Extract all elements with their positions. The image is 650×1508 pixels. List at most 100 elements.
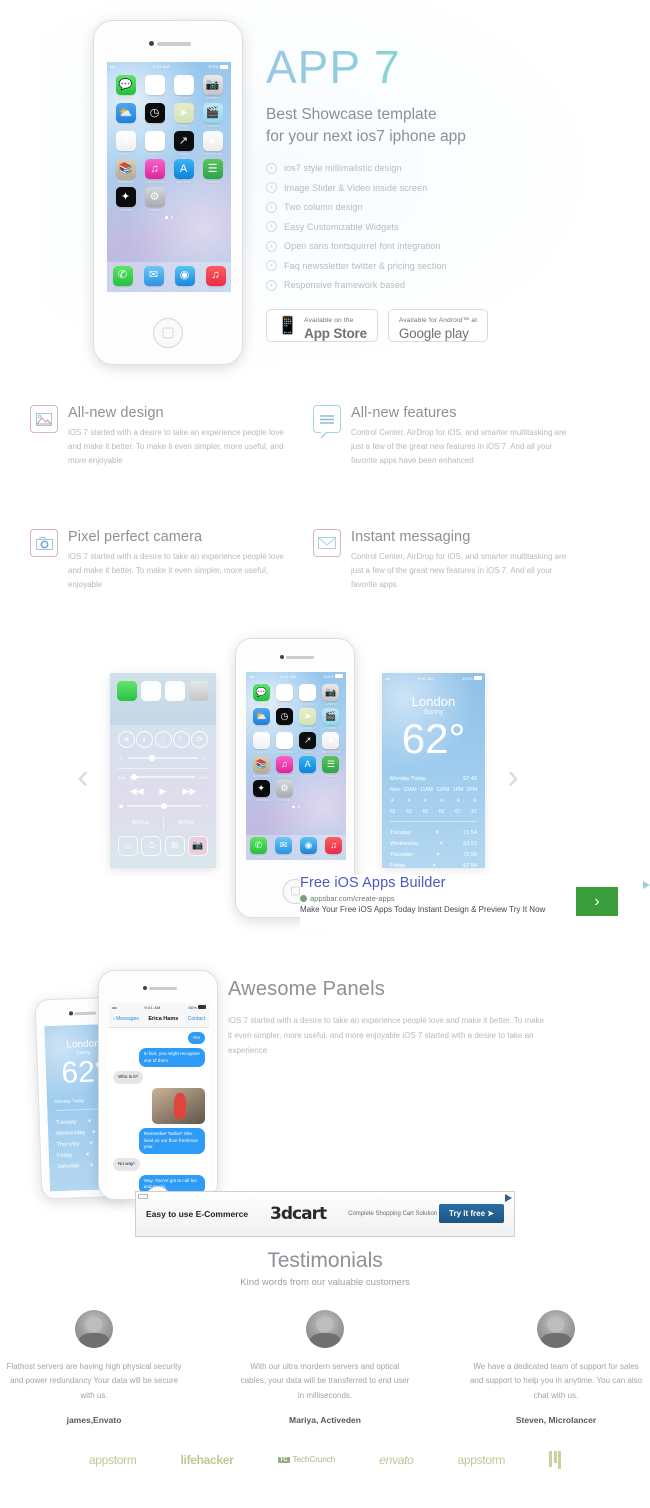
iphone-speaker [74, 1011, 97, 1015]
app-store-button[interactable]: 📱 Available on the App Store [266, 308, 378, 342]
banner-ad-button[interactable]: Try it free ➤ [439, 1204, 504, 1223]
dock-icon-safari[interactable]: ◉ Safari [300, 837, 317, 859]
iphone-screen: ••••• 9:41 AM 100% 💬 Messages 10 Calendar ✿ P… [246, 671, 346, 860]
dock-icon-phone[interactable]: ✆ Phone [250, 837, 267, 859]
carousel-slide-control-center[interactable]: ✈ ◐ ♢ ☾ ⟳ ☼ ☼ 0:01 -3:50 ◀◀ ▶ ▶▶ ◀ ♪ Air… [110, 672, 216, 868]
iphone-home-button[interactable] [153, 318, 183, 348]
bluetooth-icon: ♢ [154, 730, 172, 748]
weather-hour-labels: Now 10AM 11AM 12PM 1PM 2PM [382, 787, 485, 793]
dock-icon-mail[interactable]: ✉ Mail [143, 265, 164, 291]
app-icon-calendar[interactable]: 10 Calendar [141, 75, 168, 100]
carousel-prev-button[interactable]: ‹ [70, 756, 96, 798]
iphone-speaker [149, 986, 177, 990]
dock-icon-mail[interactable]: ✉ Mail [275, 837, 292, 859]
app-icon-passbook[interactable]: ☰ Passbook [320, 755, 342, 778]
app-icon-passbook[interactable]: ☰ Passbook [199, 159, 226, 184]
app-glyph: ✦ [120, 190, 131, 203]
home-screen-icon-grid: 💬 Messages 10 Calendar ✿ Photos 📷 Camera ⛅ Weathe… [107, 71, 231, 212]
app-label: Photos [302, 701, 313, 706]
app-glyph: ≡ [258, 734, 264, 745]
app-tile: ◷ [275, 707, 293, 725]
app-tile: 📷 [202, 75, 223, 95]
control-center-toggles[interactable]: ✈ ◐ ♢ ☾ ⟳ [118, 730, 208, 748]
track-progress-slider[interactable]: 0:01 -3:50 [118, 774, 208, 780]
image-icon [30, 405, 58, 433]
iphone-speaker [157, 42, 191, 46]
carousel-next-button[interactable]: › [500, 756, 526, 798]
app-icon-reminders[interactable]: ☰ Reminders [141, 131, 168, 156]
app-icon-notes[interactable]: ≡ Notes [250, 731, 272, 754]
app-tile: ✉ [143, 265, 164, 286]
app-icon-settings[interactable]: ⚙ Settings [141, 187, 168, 212]
app-icon-game-center[interactable]: ● Game Center [199, 131, 226, 156]
app-icon-clock[interactable]: ◷ Clock [141, 103, 168, 128]
sun-icon: ☀ [434, 830, 440, 836]
app-icon-camera[interactable]: 📷 Camera [320, 683, 342, 706]
app-icon-compass[interactable]: ✦ Compass [250, 779, 272, 802]
dock-icon-music[interactable]: ♫ Music [205, 265, 226, 291]
app-label: Calendar [277, 701, 292, 706]
app-icon-weather[interactable]: ⛅ Weather [250, 707, 272, 730]
carousel-slide-weather[interactable]: ••••• 9:41 AM 100% London Sunny 62° Mond… [382, 672, 485, 868]
volume-slider[interactable]: ◀ ♪ [118, 803, 208, 810]
app-icon-messages[interactable]: 💬 Messages [250, 683, 272, 706]
app-icon-app-store[interactable]: A App Store [297, 755, 319, 778]
landing-page: ••••• 9:41 AM 100% 💬 Messages 10 Calendar ✿ P… [0, 0, 650, 1508]
app-icon-photos[interactable]: ✿ Photos [170, 75, 197, 100]
app-icon-weather[interactable]: ⛅ Weather [112, 103, 139, 128]
image-icon-svg [36, 412, 52, 426]
client-logo-appstorm: appstorm [88, 1452, 137, 1467]
app-icon-newsstand[interactable]: 📚 Newsstand [112, 159, 139, 184]
app-icon-itunes-store[interactable]: ♫ iTunes Store [273, 755, 295, 778]
app-icon-stocks[interactable]: ↗ Stocks [170, 131, 197, 156]
app-icon-maps[interactable]: ➤ Maps [170, 103, 197, 128]
app-tile: ⚙ [275, 779, 293, 797]
app-label: Reminders [276, 749, 293, 754]
app-icon-game-center[interactable]: ● Game Center [320, 731, 342, 754]
ad-cta-button[interactable]: › [576, 887, 618, 916]
app-icon-compass[interactable]: ✦ Compass [112, 187, 139, 212]
back-button[interactable]: ‹ Messages [113, 1016, 139, 1022]
app-icon-stocks[interactable]: ↗ Stocks [297, 731, 319, 754]
envelope-icon-svg [318, 537, 336, 550]
airdrop-airplay-row[interactable]: AirDrop AirPlay [118, 815, 208, 830]
brightness-slider[interactable]: ☼ ☼ [118, 755, 208, 762]
app-icon-maps[interactable]: ➤ Maps [297, 707, 319, 730]
app-icon-app-store[interactable]: A App Store [170, 159, 197, 184]
app-glyph: ● [328, 734, 334, 745]
dock-icon-safari[interactable]: ◉ Safari [174, 265, 195, 291]
app-icon-notes[interactable]: ≡ Notes [112, 131, 139, 156]
app-icon-reminders[interactable]: ☰ Reminders [273, 731, 295, 754]
ad-choices-icon[interactable] [505, 1193, 512, 1202]
hero-subtitle-line2: for your next ios7 iphone app [266, 128, 466, 146]
app-icon-messages[interactable]: 💬 Messages [112, 75, 139, 100]
media-controls[interactable]: ◀◀ ▶ ▶▶ [118, 786, 208, 797]
app-icon-calendar[interactable]: 10 Calendar [273, 683, 295, 706]
iphone-front-camera [149, 41, 154, 46]
ad-choices-icon[interactable] [643, 881, 650, 889]
app-label: Music [329, 855, 338, 859]
client-logo-techcrunch: TC TechCrunch [277, 1455, 335, 1464]
dock-icon-music[interactable]: ♫ Music [325, 837, 342, 859]
app-icon-clock[interactable]: ◷ Clock [273, 707, 295, 730]
camera-icon-svg [35, 536, 53, 550]
iphone-icon: 📱 [277, 315, 299, 335]
app-icon-newsstand[interactable]: 📚 Newsstand [250, 755, 272, 778]
hero-feature-item: › Two column design [266, 201, 636, 213]
iphone-front-camera [280, 654, 284, 659]
messages-nav-bar[interactable]: ‹ Messages Erica Hams Contact [109, 1011, 209, 1028]
quick-apps-row[interactable]: ☺ ⏱ ⊞ 📷 [118, 835, 208, 856]
banner-advertisement[interactable]: Easy to use E-Commerce 3dcart Complete S… [135, 1190, 515, 1237]
dock-icon-phone[interactable]: ✆ Phone [112, 265, 133, 291]
app-tile: ✉ [275, 837, 292, 854]
app-icon-itunes-store[interactable]: ♫ iTunes Store [141, 159, 168, 184]
app-icon-videos[interactable]: 🎬 Videos [199, 103, 226, 128]
google-play-button[interactable]: Available for Android™ at Google play [387, 308, 489, 342]
app-icon-videos[interactable]: 🎬 Videos [320, 707, 342, 730]
app-icon-settings[interactable]: ⚙ Settings [273, 779, 295, 802]
contact-button[interactable]: Contact [188, 1016, 205, 1022]
app-icon-camera[interactable]: 📷 Camera [199, 75, 226, 100]
app-label: Settings [278, 797, 291, 802]
google-play-small: Available for Android™ at [398, 317, 478, 325]
app-icon-photos[interactable]: ✿ Photos [297, 683, 319, 706]
